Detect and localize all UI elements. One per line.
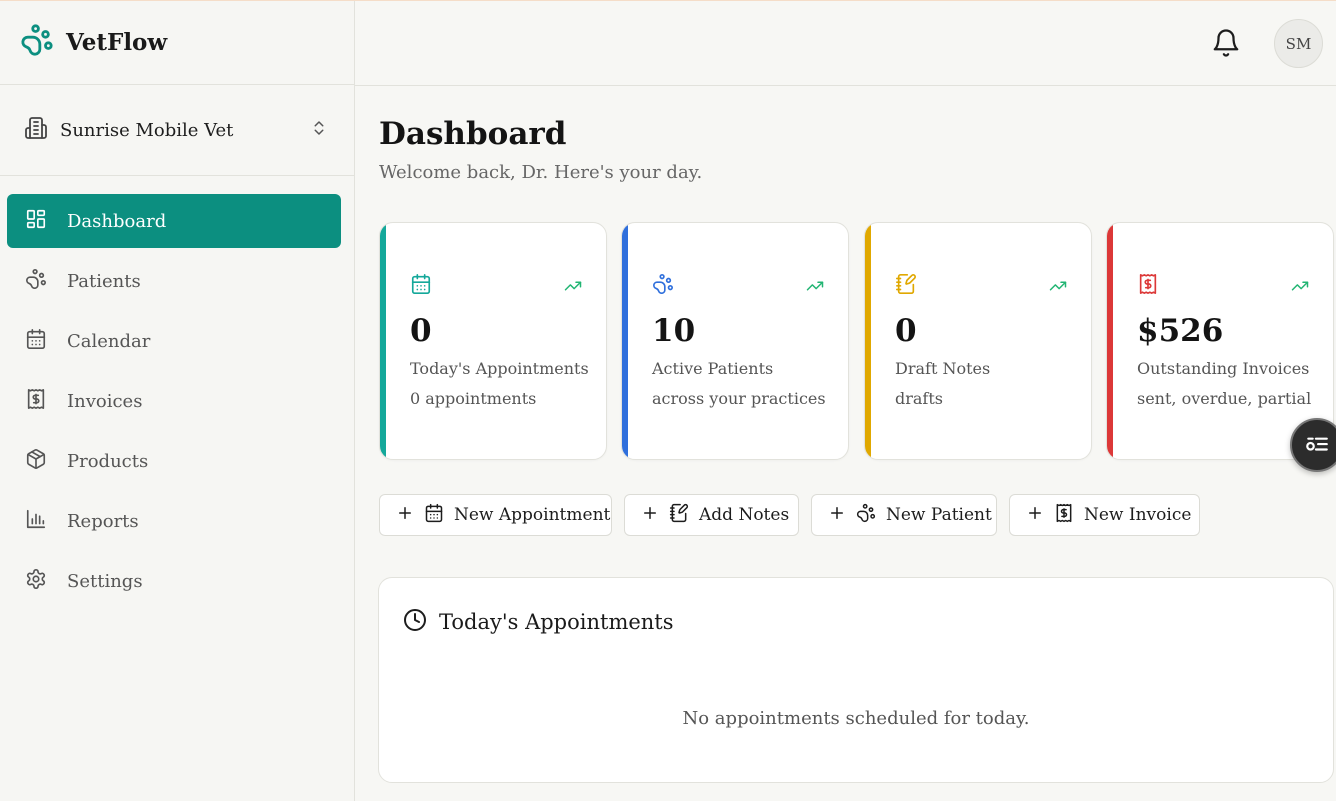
stat-label: Outstanding Invoices xyxy=(1137,359,1310,378)
sidebar-item-label: Invoices xyxy=(67,390,143,412)
panel-title: Today's Appointments xyxy=(439,610,674,634)
stat-value: 0 xyxy=(895,313,917,349)
paw-icon xyxy=(25,268,47,295)
card-accent-stripe xyxy=(1107,223,1113,459)
paw-logo-icon xyxy=(20,23,54,61)
plus-icon xyxy=(828,504,846,527)
sidebar-item-label: Dashboard xyxy=(67,210,167,232)
new-appointment-button[interactable]: New Appointment xyxy=(379,494,612,536)
receipt-icon xyxy=(1137,273,1159,299)
stat-card-draft-notes[interactable]: 0 Draft Notes drafts xyxy=(864,222,1092,460)
plus-icon xyxy=(396,504,414,527)
stat-sublabel: sent, overdue, partial xyxy=(1137,389,1312,408)
box-icon xyxy=(25,448,47,475)
new-patient-button[interactable]: New Patient xyxy=(811,494,997,536)
page-subtitle: Welcome back, Dr. Here's your day. xyxy=(379,162,703,183)
plus-icon xyxy=(641,504,659,527)
empty-state-text: No appointments scheduled for today. xyxy=(682,708,1030,729)
list-filter-icon xyxy=(1304,430,1330,460)
calendar-icon xyxy=(424,503,444,528)
clock-icon xyxy=(403,608,427,636)
stat-value: 0 xyxy=(410,313,432,349)
calendar-icon xyxy=(410,273,432,299)
sidebar: VetFlow Sunrise Mobile Vet Dashboard Pat… xyxy=(0,0,355,801)
button-label: Add Notes xyxy=(699,505,790,525)
stat-label: Active Patients xyxy=(652,359,774,378)
bell-icon[interactable] xyxy=(1211,28,1241,62)
stat-card-patients[interactable]: 10 Active Patients across your practices xyxy=(621,222,849,460)
brand-name: VetFlow xyxy=(66,28,168,56)
notes-icon xyxy=(669,503,689,528)
notes-icon xyxy=(895,273,917,299)
card-accent-stripe xyxy=(622,223,628,459)
gear-icon xyxy=(25,568,47,595)
receipt-icon xyxy=(25,388,47,415)
panel-header: Today's Appointments xyxy=(403,608,674,636)
trending-up-icon xyxy=(806,277,824,299)
top-accent-line xyxy=(0,0,1336,1)
page-title: Dashboard xyxy=(379,116,567,152)
new-invoice-button[interactable]: New Invoice xyxy=(1009,494,1200,536)
sidebar-item-label: Calendar xyxy=(67,330,151,352)
card-accent-stripe xyxy=(865,223,871,459)
brand[interactable]: VetFlow xyxy=(0,0,354,85)
sidebar-item-settings[interactable]: Settings xyxy=(7,554,341,608)
paw-icon xyxy=(856,503,876,528)
sidebar-item-products[interactable]: Products xyxy=(7,434,341,488)
button-label: New Invoice xyxy=(1084,505,1192,525)
sidebar-item-label: Settings xyxy=(67,570,143,592)
sidebar-nav: Dashboard Patients Calendar Invoices Pro… xyxy=(0,176,354,608)
trending-up-icon xyxy=(564,277,582,299)
sidebar-item-reports[interactable]: Reports xyxy=(7,494,341,548)
practice-switcher[interactable]: Sunrise Mobile Vet xyxy=(0,85,354,176)
sidebar-item-label: Patients xyxy=(67,270,141,292)
plus-icon xyxy=(1026,504,1044,527)
button-label: New Appointment xyxy=(454,505,611,525)
todays-appointments-panel: Today's Appointments No appointments sch… xyxy=(378,577,1334,783)
paw-icon xyxy=(652,273,674,299)
sidebar-item-patients[interactable]: Patients xyxy=(7,254,341,308)
sidebar-item-calendar[interactable]: Calendar xyxy=(7,314,341,368)
sidebar-item-dashboard[interactable]: Dashboard xyxy=(7,194,341,248)
floating-action-button[interactable] xyxy=(1290,418,1336,472)
practice-name: Sunrise Mobile Vet xyxy=(60,119,234,141)
calendar-icon xyxy=(25,328,47,355)
trending-up-icon xyxy=(1049,277,1067,299)
chevrons-up-down-icon xyxy=(310,119,328,141)
sidebar-item-invoices[interactable]: Invoices xyxy=(7,374,341,428)
building-icon xyxy=(24,116,48,144)
dashboard-icon xyxy=(25,208,47,235)
receipt-icon xyxy=(1054,503,1074,528)
stat-label: Today's Appointments xyxy=(410,359,589,378)
trending-up-icon xyxy=(1291,277,1309,299)
sidebar-item-label: Reports xyxy=(67,510,139,532)
avatar[interactable]: SM xyxy=(1274,19,1323,68)
stat-value: $526 xyxy=(1137,313,1224,349)
stat-value: 10 xyxy=(652,313,696,349)
stat-card-appointments[interactable]: 0 Today's Appointments 0 appointments xyxy=(379,222,607,460)
card-accent-stripe xyxy=(380,223,386,459)
stat-sublabel: across your practices xyxy=(652,389,826,408)
stat-sublabel: 0 appointments xyxy=(410,389,537,408)
sidebar-item-label: Products xyxy=(67,450,149,472)
top-bar: SM xyxy=(355,0,1336,86)
stat-sublabel: drafts xyxy=(895,389,943,408)
stat-label: Draft Notes xyxy=(895,359,991,378)
add-notes-button[interactable]: Add Notes xyxy=(624,494,799,536)
bar-chart-icon xyxy=(25,508,47,535)
button-label: New Patient xyxy=(886,505,992,525)
